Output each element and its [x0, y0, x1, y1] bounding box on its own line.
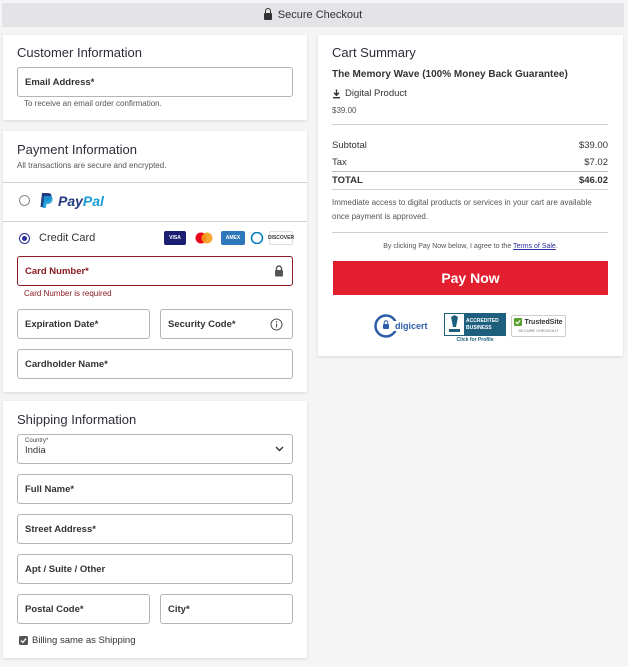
product-type: Digital Product [332, 88, 407, 99]
lock-icon [263, 8, 272, 20]
download-icon [333, 89, 340, 98]
postal-code-label: Postal Code* [25, 603, 84, 615]
info-icon[interactable] [270, 318, 283, 331]
credit-card-radio[interactable] [19, 233, 30, 244]
digicert-text: digicert [393, 321, 430, 331]
paypal-text-pay: Pay [58, 192, 83, 209]
terms-of-sale-link[interactable]: Terms of Sale [513, 243, 556, 250]
cart-divider-agree [332, 232, 608, 233]
card-number-field[interactable]: Card Number* [17, 256, 293, 286]
digicert-badge[interactable]: digicert [374, 313, 439, 339]
cardholder-name-field[interactable]: Cardholder Name* [17, 349, 293, 379]
paypal-icon [40, 193, 53, 208]
secure-checkout-bar: Secure Checkout [2, 3, 624, 27]
billing-same-checkbox[interactable]: Billing same as Shipping [19, 635, 136, 646]
payment-divider-mid [3, 221, 307, 222]
card-number-label: Card Number* [25, 265, 89, 277]
customer-info-card: Customer Information Email Address* To r… [3, 35, 307, 120]
expiration-date-label: Expiration Date* [25, 318, 99, 330]
bbb-badge-box: ACCREDITED BUSINESS [444, 313, 506, 336]
country-select[interactable]: Country* India [17, 434, 293, 464]
card-number-error: Card Number is required [24, 289, 112, 298]
city-field[interactable]: City* [160, 594, 293, 624]
access-note: Immediate access to digital products or … [332, 198, 592, 221]
billing-same-label: Billing same as Shipping [32, 635, 136, 646]
paypal-text-pal: Pal [82, 192, 104, 209]
street-address-field[interactable]: Street Address* [17, 514, 293, 544]
bbb-click-for-profile: Click for Profile [456, 337, 494, 343]
email-field-label: Email Address* [25, 76, 95, 88]
security-code-field[interactable]: Security Code* [160, 309, 293, 339]
cart-summary-title: Cart Summary [332, 45, 416, 60]
discover-icon: DISCOVER [268, 231, 294, 245]
cart-divider-top [332, 124, 608, 125]
cardholder-name-label: Cardholder Name* [25, 358, 108, 370]
customer-info-title: Customer Information [17, 45, 142, 60]
street-address-label: Street Address* [25, 523, 96, 535]
bbb-badge[interactable]: ACCREDITED BUSINESS Click for Profile [444, 313, 506, 343]
agree-prefix: By clicking Pay Now below, I agree to th… [383, 243, 514, 250]
credit-card-label: Credit Card [39, 232, 96, 244]
paypal-option[interactable]: Pay Pal [3, 183, 307, 221]
agree-text: By clicking Pay Now below, I agree to th… [318, 243, 623, 250]
amex-icon: AMEX [221, 231, 245, 245]
total-label: TOTAL [332, 175, 363, 186]
country-value: India [25, 445, 46, 456]
email-field[interactable]: Email Address* [17, 67, 293, 97]
email-hint: To receive an email order confirmation. [24, 99, 162, 108]
bbb-line2: BUSINESS [466, 325, 492, 331]
tax-value: $7.02 [584, 157, 608, 168]
cart-divider-total [332, 171, 608, 172]
credit-card-option[interactable]: Credit Card VISA AMEX DISCOVER [3, 223, 307, 253]
bbb-torch-icon [449, 315, 460, 332]
security-code-label: Security Code* [168, 318, 236, 330]
visa-icon: VISA [164, 231, 186, 245]
checkbox-checked-icon[interactable] [19, 636, 28, 645]
cart-divider-bottom [332, 189, 608, 190]
lock-icon [275, 265, 283, 277]
chevron-down-icon [275, 446, 284, 452]
full-name-field[interactable]: Full Name* [17, 474, 293, 504]
trust-badges: digicert ACCREDITED BUSINESS Click for P… [318, 308, 623, 344]
payment-info-title: Payment Information [17, 142, 137, 157]
paypal-radio[interactable] [19, 195, 30, 206]
total-value: $46.02 [578, 175, 608, 186]
city-label: City* [168, 603, 190, 615]
cart-summary-card: Cart Summary The Memory Wave (100% Money… [318, 35, 623, 356]
pay-now-button[interactable]: Pay Now [333, 261, 608, 295]
paypal-logo: Pay Pal [39, 192, 104, 209]
payment-info-card: Payment Information All transactions are… [3, 131, 307, 392]
agree-suffix: . [555, 243, 558, 250]
trustedsite-badge[interactable]: TrustedSite SECURE CHECKOUT [511, 315, 566, 337]
tax-label: Tax [332, 157, 347, 168]
postal-code-field[interactable]: Postal Code* [17, 594, 150, 624]
trustedsite-text: TrustedSite [524, 318, 563, 326]
full-name-label: Full Name* [25, 483, 75, 495]
apt-suite-field[interactable]: Apt / Suite / Other [17, 554, 293, 584]
shipping-info-title: Shipping Information [17, 412, 137, 427]
apt-suite-label: Apt / Suite / Other [25, 563, 106, 575]
mastercard-icon [192, 231, 216, 245]
check-badge-icon [514, 318, 523, 326]
subtotal-label: Subtotal [332, 140, 367, 151]
payment-info-subtitle: All transactions are secure and encrypte… [17, 161, 167, 170]
trustedsite-subtext: SECURE CHECKOUT [518, 328, 559, 333]
bbb-logo [445, 314, 464, 335]
product-type-label: Digital Product [345, 88, 407, 99]
subtotal-value: $39.00 [578, 140, 608, 151]
diners-icon [248, 231, 266, 245]
expiration-date-field[interactable]: Expiration Date* [17, 309, 150, 339]
shipping-info-card: Shipping Information Country* India Full… [3, 401, 307, 658]
product-price: $39.00 [332, 106, 357, 115]
bbb-line1: ACCREDITED [466, 318, 499, 324]
country-label: Country* [25, 438, 49, 444]
secure-checkout-title: Secure Checkout [277, 9, 363, 21]
product-name: The Memory Wave (100% Money Back Guarant… [332, 69, 568, 80]
